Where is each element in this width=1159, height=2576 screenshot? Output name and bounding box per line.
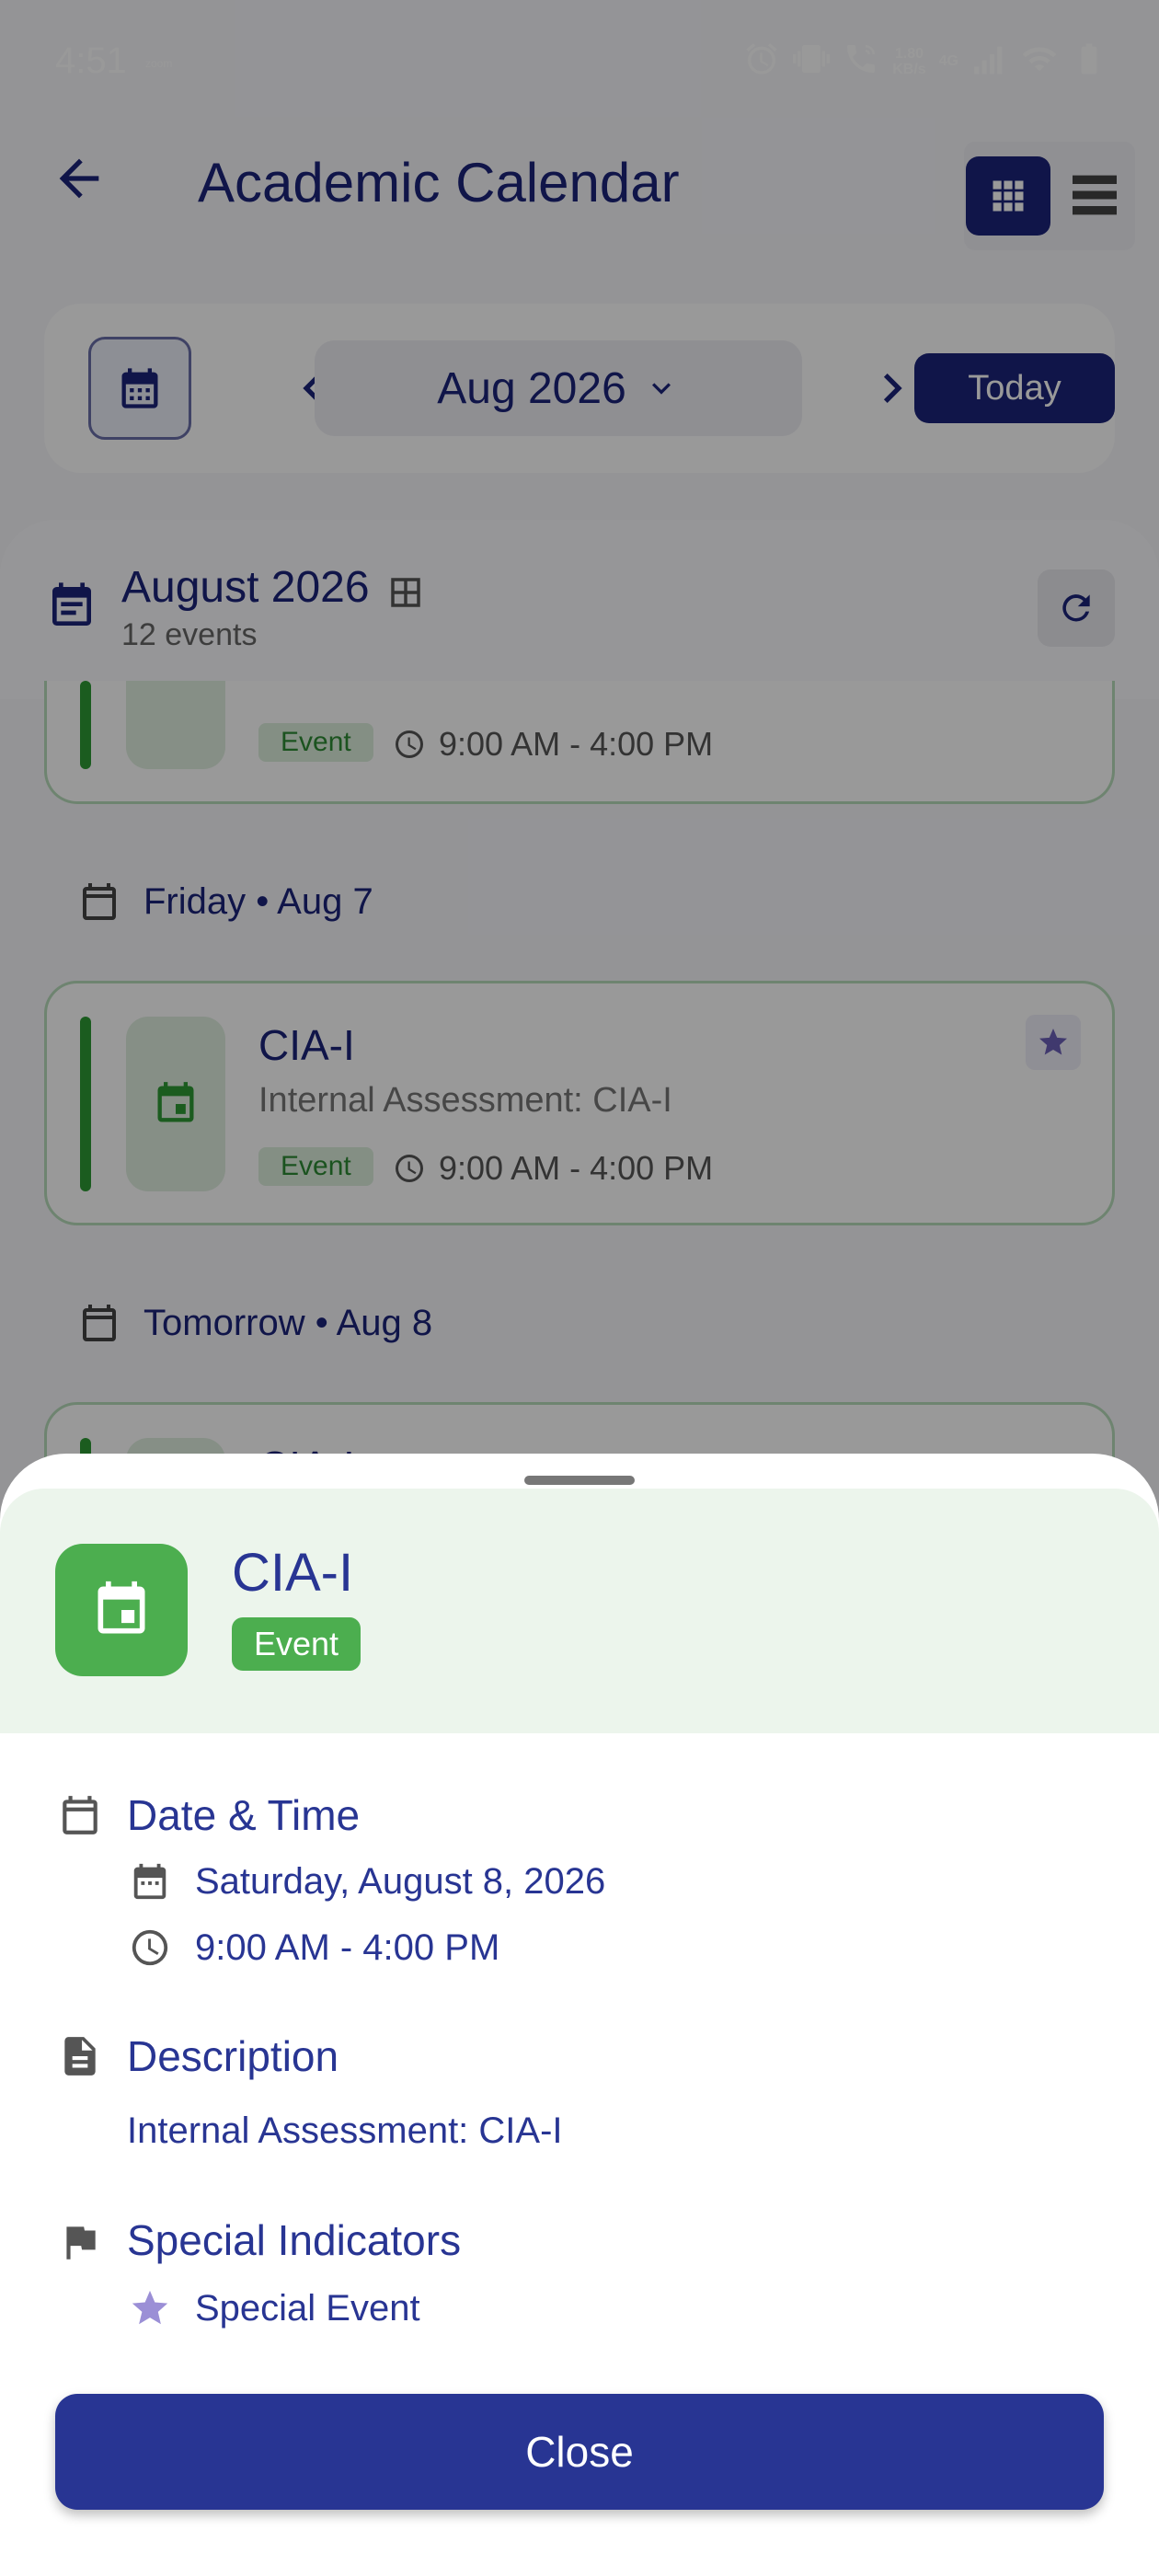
calendar-icon [57,1792,103,1838]
special-indicator-label: Special Event [195,2287,420,2329]
time-row: 9:00 AM - 4:00 PM [129,1926,499,1969]
close-button[interactable]: Close [55,2394,1104,2510]
clock-icon [132,1929,168,1966]
drag-handle[interactable] [524,1476,635,1485]
special-indicator-row: Special Event [129,2287,420,2329]
special-indicators-heading: Special Indicators [127,2216,462,2264]
description-heading: Description [127,2032,339,2080]
event-date: Saturday, August 8, 2026 [195,1860,606,1902]
event-detail-sheet: CIA-I Event Date & Time Saturday, August… [0,1454,1159,2576]
date-time-heading: Date & Time [127,1791,361,1839]
event-time-range: 9:00 AM - 4:00 PM [195,1926,500,1968]
date-row: Saturday, August 8, 2026 [129,1860,605,1903]
description-icon [57,2033,103,2079]
event-thumbnail [55,1544,188,1676]
sheet-title: CIA-I [232,1543,354,1603]
flag-icon [57,2219,103,2265]
star-icon [132,2290,168,2325]
sheet-header: CIA-I Event [0,1489,1159,1733]
event-type-badge: Event [232,1617,361,1671]
calendar-month-icon [133,1863,166,1900]
event-icon [98,1581,145,1634]
event-description: Internal Assessment: CIA-I [127,2110,563,2151]
